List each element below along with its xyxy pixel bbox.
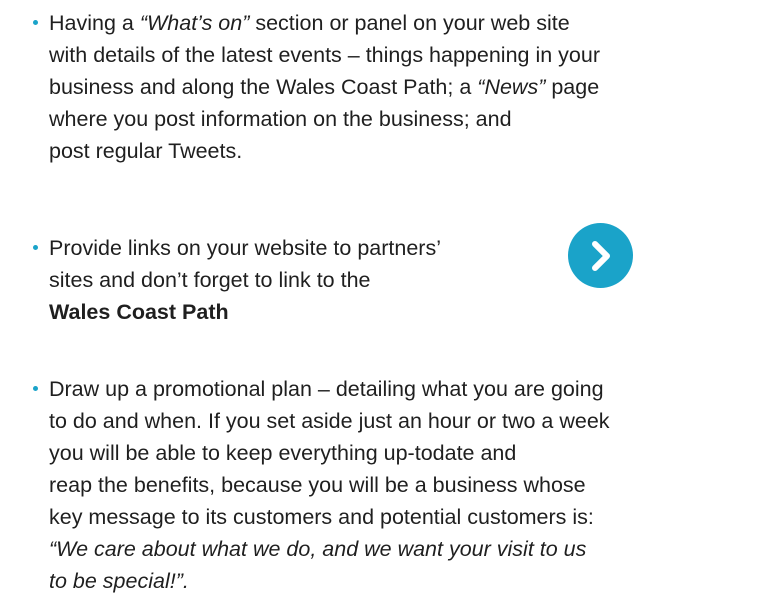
news-emphasis: “News” (477, 75, 546, 99)
chevron-right-icon (591, 240, 610, 271)
text-line: you will be able to keep everything up-t… (49, 441, 517, 465)
text-line: sites and don’t forget to link to the (49, 268, 371, 292)
text-segment: section or panel on your web site (249, 11, 570, 35)
text-line: Provide links on your website to partner… (49, 236, 441, 260)
text-segment: Having a (49, 11, 140, 35)
text-segment: business and along the Wales Coast Path;… (49, 75, 478, 99)
bullet-dot (33, 20, 38, 25)
key-message-quote: “We care about what we do, and we want y… (49, 537, 587, 561)
key-message-quote: to be special!”. (49, 569, 189, 593)
bullet-text: Having a “What’s on” section or panel on… (49, 7, 600, 167)
text-line: Having a “What’s on” section or panel on… (49, 7, 600, 39)
whats-on-emphasis: “What’s on” (139, 11, 250, 35)
text-line: Draw up a promotional plan – detailing w… (49, 377, 604, 401)
bullet-text: Provide links on your website to partner… (49, 232, 441, 328)
bullet-dot (33, 245, 38, 250)
bullet-text: Draw up a promotional plan – detailing w… (49, 373, 610, 597)
text-line: reap the benefits, because you will be a… (49, 473, 586, 497)
text-line: where you post information on the busine… (49, 107, 512, 131)
wales-coast-path-link-button[interactable] (568, 223, 633, 288)
text-line: to do and when. If you set aside just an… (49, 409, 610, 433)
text-line: key message to its customers and potenti… (49, 505, 594, 529)
page: Having a “What’s on” section or panel on… (0, 0, 761, 593)
bullet-dot (33, 386, 38, 391)
text-line: business and along the Wales Coast Path;… (49, 71, 600, 103)
text-line: post regular Tweets. (49, 139, 243, 163)
wales-coast-path-link-text: Wales Coast Path (49, 300, 229, 324)
text-line: with details of the latest events – thin… (49, 43, 600, 67)
text-segment: page (545, 75, 600, 99)
